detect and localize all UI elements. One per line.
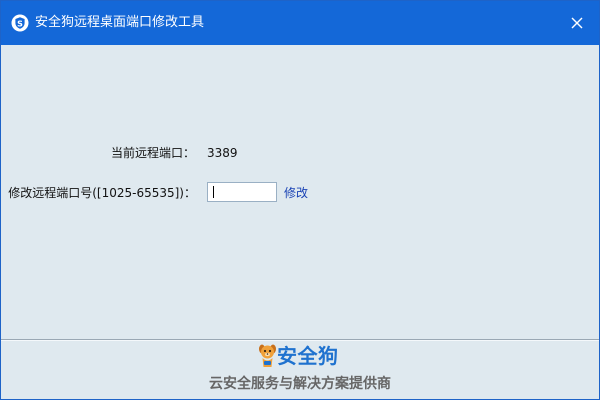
svg-text:S: S bbox=[17, 19, 23, 28]
modify-link[interactable]: 修改 bbox=[284, 185, 308, 201]
text-caret bbox=[213, 186, 214, 198]
close-icon bbox=[571, 17, 583, 29]
main-content: 当前远程端口： 3389 修改远程端口号([1025-65535])： 修改 bbox=[1, 45, 599, 339]
new-port-input[interactable] bbox=[207, 182, 277, 202]
app-window: S 安全狗远程桌面端口修改工具 当前远程端口： 3389 修改远程端口号([10… bbox=[0, 0, 600, 400]
window-title: 安全狗远程桌面端口修改工具 bbox=[35, 15, 205, 30]
modify-port-label: 修改远程端口号([1025-65535])： bbox=[8, 186, 196, 200]
brand-slogan: 云安全服务与解决方案提供商 bbox=[209, 376, 391, 392]
close-button[interactable] bbox=[567, 13, 587, 33]
footer-divider-highlight bbox=[1, 340, 599, 341]
title-bar[interactable]: S 安全狗远程桌面端口修改工具 bbox=[1, 1, 599, 45]
current-port-value: 3389 bbox=[207, 146, 238, 160]
brand-name: 安全狗 bbox=[277, 344, 339, 368]
brand-logo: 安全狗 bbox=[257, 343, 357, 371]
shield-s-icon: S bbox=[11, 14, 29, 32]
dog-mascot-icon bbox=[257, 343, 279, 369]
current-port-label: 当前远程端口： bbox=[110, 146, 195, 160]
